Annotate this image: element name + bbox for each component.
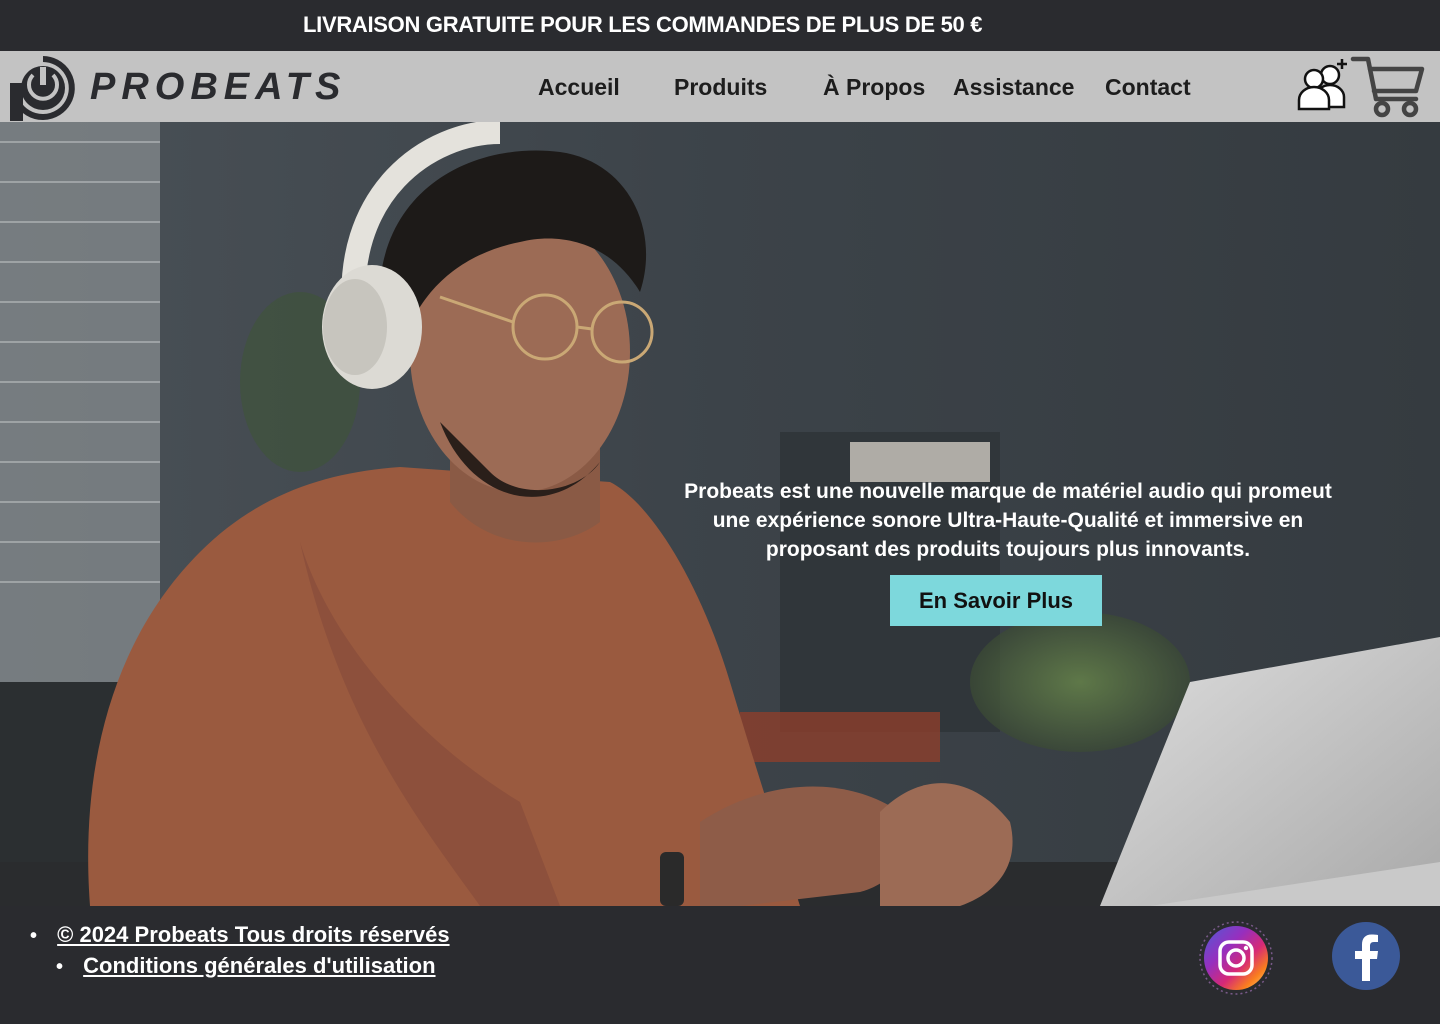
nav-item-produits[interactable]: Produits	[674, 74, 767, 101]
nav-item-accueil[interactable]: Accueil	[538, 74, 620, 101]
facebook-icon[interactable]	[1331, 921, 1401, 991]
instagram-icon[interactable]	[1199, 921, 1273, 995]
footer-item-copyright: © 2024 Probeats Tous droits réservés	[30, 920, 449, 951]
nav-item-assistance[interactable]: Assistance	[953, 74, 1074, 101]
site-footer: © 2024 Probeats Tous droits réservés Con…	[0, 906, 1440, 1024]
footer-links: © 2024 Probeats Tous droits réservés Con…	[30, 920, 450, 982]
nav-item-a-propos[interactable]: À Propos	[823, 74, 925, 101]
hero-line-2: une expérience sonore Ultra-Haute-Qualit…	[712, 509, 1304, 532]
copyright-link[interactable]: © 2024 Probeats Tous droits réservés	[57, 922, 449, 947]
promo-text: LIVRAISON GRATUITE POUR LES COMMANDES DE…	[303, 12, 983, 37]
logo-icon[interactable]	[8, 53, 78, 121]
cart-icon[interactable]	[1350, 55, 1426, 119]
hero-line-3: proposant des produits toujours plus inn…	[765, 538, 1251, 561]
hero-section: Probeats est une nouvelle marque de maté…	[0, 122, 1440, 906]
brand-name[interactable]: PROBEATS	[90, 66, 346, 109]
site-header: PROBEATS Accueil Produits À Propos Assis…	[0, 51, 1440, 122]
account-icon[interactable]	[1294, 57, 1350, 113]
footer-item-terms: Conditions générales d'utilisation	[30, 951, 450, 982]
hero-line-1: Probeats est une nouvelle marque de maté…	[684, 480, 1332, 503]
terms-link[interactable]: Conditions générales d'utilisation	[83, 953, 435, 978]
hero-description: Probeats est une nouvelle marque de maté…	[648, 477, 1368, 564]
nav-item-contact[interactable]: Contact	[1105, 74, 1191, 101]
promo-bar: LIVRAISON GRATUITE POUR LES COMMANDES DE…	[0, 0, 1440, 51]
learn-more-button[interactable]: En Savoir Plus	[890, 575, 1102, 626]
